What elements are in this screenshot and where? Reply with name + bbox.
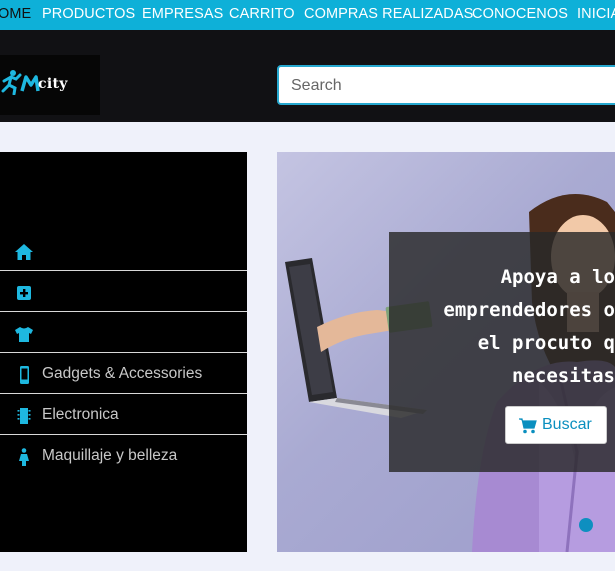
nav-item-compras-realizadas[interactable]: COMPRAS REALIZADAS (304, 6, 473, 22)
banner-text-line: emprendedores o (443, 299, 615, 321)
sidebar-item-maquillaje[interactable]: Maquillaje y belleza (0, 435, 247, 476)
tshirt-icon (15, 327, 33, 342)
cart-icon (519, 418, 537, 434)
banner-text-line: el procuto q (477, 332, 615, 354)
site-header: city (0, 30, 615, 122)
chip-icon (17, 408, 31, 424)
nav-item-inicia[interactable]: INICIA (577, 6, 615, 22)
sidebar-item-label: Gadgets & Accessories (42, 365, 203, 382)
sidebar-item-home[interactable] (0, 230, 247, 271)
banner-caption-box: Apoya a lo emprendedores o el procuto q … (389, 232, 615, 472)
nav-item-conocenos[interactable]: CONOCENOS (472, 6, 568, 22)
nav-item-productos[interactable]: PRODUCTOS (42, 6, 135, 22)
plus-square-icon (17, 286, 31, 300)
runner-icon (1, 70, 40, 95)
home-icon (15, 244, 33, 260)
search-box (277, 65, 615, 105)
nav-item-empresas[interactable]: EMPRESAS (142, 6, 223, 22)
site-logo[interactable]: city (0, 55, 100, 115)
sidebar-item-label: Electronica (42, 406, 119, 423)
nav-item-carrito[interactable]: CARRITO (229, 6, 295, 22)
banner-text-line: Apoya a lo (500, 266, 615, 288)
mobile-icon (20, 366, 29, 384)
top-nav-bar: OME PRODUCTOS EMPRESAS CARRITO COMPRAS R… (0, 0, 615, 30)
female-icon (19, 448, 29, 466)
search-input[interactable] (291, 75, 611, 97)
sidebar-item-plus[interactable] (0, 271, 247, 312)
promo-banner: Apoya a lo emprendedores o el procuto q … (277, 152, 615, 552)
logo-text: city (38, 76, 68, 92)
sidebar-item-gadgets[interactable]: Gadgets & Accessories (0, 353, 247, 394)
carousel-indicator[interactable] (579, 518, 593, 532)
sidebar-item-label: Maquillaje y belleza (42, 447, 178, 464)
buscar-button-label: Buscar (542, 416, 592, 433)
nav-item-home[interactable]: OME (0, 6, 31, 22)
sidebar-item-ropa[interactable] (0, 312, 247, 353)
banner-text-line: necesitas (512, 365, 615, 387)
category-sidebar: Gadgets & Accessories Electronica Maquil… (0, 152, 247, 552)
sidebar-item-electronica[interactable]: Electronica (0, 394, 247, 435)
buscar-button[interactable]: Buscar (505, 406, 607, 444)
